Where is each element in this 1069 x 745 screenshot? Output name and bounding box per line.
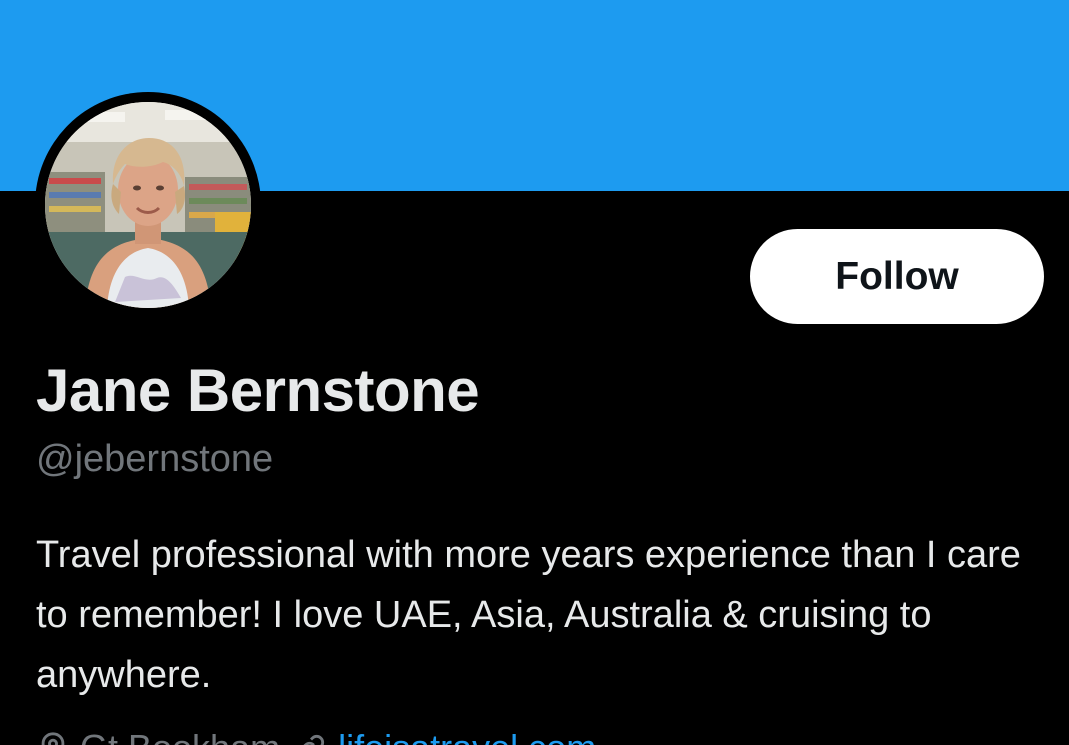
location-item: Gt Bookham	[36, 727, 280, 745]
website-item[interactable]: lifeisatravel.com	[294, 727, 596, 745]
avatar-border	[35, 92, 261, 318]
avatar[interactable]	[45, 102, 251, 308]
avatar-photo	[45, 102, 251, 308]
profile-meta-row: Gt Bookham lifeisatravel.com	[36, 727, 1036, 745]
display-name: Jane Bernstone	[36, 357, 480, 424]
profile-bio: Travel professional with more years expe…	[36, 534, 1021, 696]
profile-page: Follow Jane Bernstone @jebernstone Trave…	[0, 0, 1069, 745]
website-link[interactable]: lifeisatravel.com	[338, 727, 596, 745]
follow-button[interactable]: Follow	[750, 229, 1044, 324]
username-handle: @jebernstone	[36, 438, 274, 480]
link-icon	[294, 731, 328, 745]
location-text: Gt Bookham	[80, 727, 280, 745]
location-pin-icon	[36, 731, 70, 745]
